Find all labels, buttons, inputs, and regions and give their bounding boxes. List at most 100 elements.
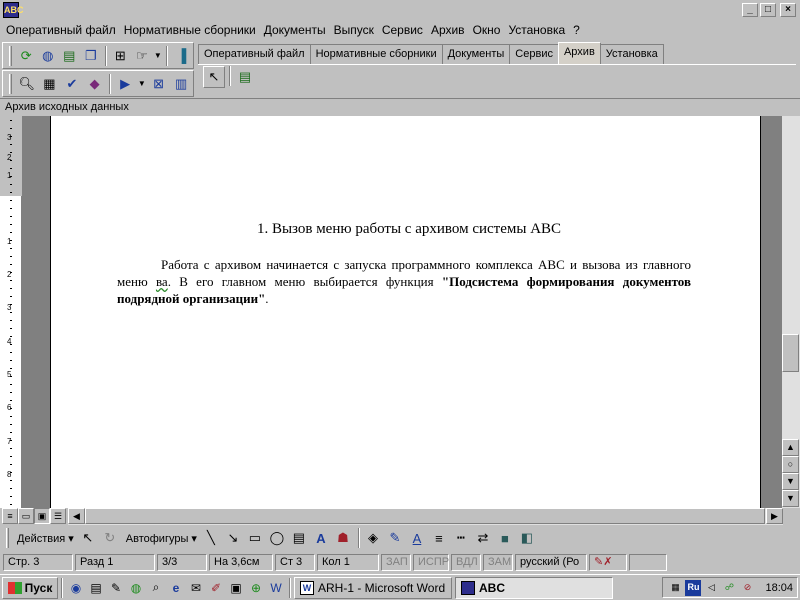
menu-settings[interactable]: Установка (504, 23, 569, 37)
line-icon[interactable]: ╲ (201, 528, 221, 548)
scrollbar-thumb[interactable] (85, 508, 765, 524)
menu-help[interactable]: ? (569, 23, 584, 37)
quicklaunch-globe-icon[interactable]: ◍ (126, 578, 146, 598)
quicklaunch-paint-icon[interactable]: ✐ (206, 578, 226, 598)
clipart-icon[interactable]: ☗ (333, 528, 353, 548)
grid-icon[interactable]: ▦ (39, 73, 61, 95)
toolbar-grip[interactable] (9, 73, 12, 94)
status-language[interactable]: русский (Ро (515, 553, 587, 571)
quicklaunch-desktop-icon[interactable]: ▤ (86, 578, 106, 598)
quicklaunch-app-icon[interactable]: ▣ (226, 578, 246, 598)
fill-color-icon[interactable]: ◈ (363, 528, 383, 548)
abc-app-icon[interactable]: ABC (3, 2, 24, 18)
language-indicator[interactable]: Ru (685, 579, 702, 596)
tray-app-icon[interactable]: ▦ (667, 580, 683, 596)
toolbar-grip[interactable] (9, 45, 12, 66)
start-button[interactable]: Пуск (2, 576, 58, 599)
outline-view-icon[interactable]: ☰ (50, 508, 66, 524)
preview-icon[interactable]: 🔍︎ (16, 73, 38, 95)
free-rotate-icon[interactable]: ↻ (100, 528, 120, 548)
normal-view-icon[interactable]: ≡ (2, 508, 18, 524)
chevron-down-icon[interactable]: ▼ (153, 45, 162, 67)
menu-normative-collections[interactable]: Нормативные сборники (120, 23, 260, 37)
toolbar-grip[interactable] (6, 528, 9, 548)
tab-operative-file[interactable]: Оперативный файл (198, 44, 311, 64)
double-arrow-down-icon[interactable]: ▼ (782, 490, 799, 507)
arrow-style-icon[interactable]: ⇄ (473, 528, 493, 548)
tray-network-icon[interactable]: ☍ (721, 580, 737, 596)
menu-service[interactable]: Сервис (378, 23, 427, 37)
quicklaunch-outlook-icon[interactable]: ✉ (186, 578, 206, 598)
tray-volume-icon[interactable]: ◁ (703, 580, 719, 596)
tab-documents[interactable]: Документы (441, 44, 511, 64)
play-icon[interactable]: ▶ (114, 73, 136, 95)
quicklaunch-search-icon[interactable]: ⌕ (146, 578, 166, 598)
copy-icon[interactable]: ❐ (81, 45, 102, 67)
oval-icon[interactable]: ◯ (267, 528, 287, 548)
spelling-status-icon[interactable]: ✎✗ (589, 553, 627, 571)
checkmark-icon[interactable]: ✔ (61, 73, 83, 95)
quicklaunch-explorer-icon[interactable]: ◉ (66, 578, 86, 598)
maximize-button[interactable]: □ (760, 3, 776, 17)
scrollbar-thumb[interactable] (782, 334, 799, 372)
menu-window[interactable]: Окно (469, 23, 505, 37)
x-box-icon[interactable]: ⊠ (148, 73, 170, 95)
status-extend[interactable]: ВДЛ (451, 553, 481, 571)
menu-operative-file[interactable]: Оперативный файл (2, 23, 120, 37)
database-icon[interactable]: ▤ (234, 66, 256, 88)
refresh-icon[interactable]: ⟳ (16, 45, 37, 67)
tray-antivirus-icon[interactable]: ⊘ (739, 580, 755, 596)
quicklaunch-edit-icon[interactable]: ✎ (106, 578, 126, 598)
task-button-abc[interactable]: ABC (455, 576, 613, 599)
line-style-icon[interactable]: ≡ (429, 528, 449, 548)
autoshapes-menu[interactable]: Автофигуры ▾ (122, 532, 201, 545)
actions-menu[interactable]: Действия ▾ (13, 532, 78, 545)
tab-settings[interactable]: Установка (599, 44, 664, 64)
3d-icon[interactable]: ◧ (517, 528, 537, 548)
text-box-icon[interactable]: ▤ (289, 528, 309, 548)
door-exit-icon[interactable]: ▐ (171, 45, 192, 67)
scroll-right-icon[interactable]: ▶ (766, 508, 783, 524)
select-browse-object-icon[interactable]: ○ (782, 456, 799, 473)
line-color-icon[interactable]: ✎ (385, 528, 405, 548)
task-button-word[interactable]: W ARH-1 - Microsoft Word (294, 576, 452, 599)
scroll-down-icon[interactable]: ▼ (782, 473, 799, 490)
font-color-icon[interactable]: A (407, 528, 427, 548)
scroll-up-icon[interactable]: ▲ (782, 439, 799, 456)
clock[interactable]: 18:04 (765, 582, 793, 594)
quicklaunch-network-icon[interactable]: ⊕ (246, 578, 266, 598)
menu-documents[interactable]: Документы (260, 23, 330, 37)
tab-service[interactable]: Сервис (509, 44, 559, 64)
pointer-icon[interactable]: ↖ (203, 66, 225, 88)
scroll-left-icon[interactable]: ◀ (68, 508, 85, 524)
status-track-changes[interactable]: ИСПР (413, 553, 449, 571)
book-icon[interactable]: ◆ (84, 73, 106, 95)
globe-icon[interactable]: ◍ (37, 45, 58, 67)
close-button[interactable]: × (780, 3, 796, 17)
page-layout-view-icon[interactable]: ▣ (34, 508, 50, 524)
status-record[interactable]: ЗАП (381, 553, 411, 571)
database-icon[interactable]: ▤ (59, 45, 80, 67)
tab-archive[interactable]: Архив (557, 42, 601, 64)
rectangle-icon[interactable]: ▭ (245, 528, 265, 548)
pointer-icon[interactable]: ↖ (78, 528, 98, 548)
wordart-icon[interactable]: A (311, 528, 331, 548)
quicklaunch-word-icon[interactable]: W (266, 578, 286, 598)
dash-style-icon[interactable]: ┅ (451, 528, 471, 548)
document-page[interactable]: 1. Вызов меню работы с архивом системы A… (50, 116, 761, 508)
status-overtype[interactable]: ЗАМ (483, 553, 513, 571)
minimize-button[interactable]: _ (742, 3, 758, 17)
tab-normative-collections[interactable]: Нормативные сборники (309, 44, 443, 64)
online-view-icon[interactable]: ▭ (18, 508, 34, 524)
hand-icon[interactable]: ☞ (132, 45, 153, 67)
arrow-icon[interactable]: ↘ (223, 528, 243, 548)
menu-archive[interactable]: Архив (427, 23, 469, 37)
menu-output[interactable]: Выпуск (330, 23, 378, 37)
vertical-scrollbar[interactable]: ▲ ○ ▼ ▼ (782, 116, 800, 508)
tree-icon[interactable]: ⊞ (110, 45, 131, 67)
quicklaunch-ie-icon[interactable]: e (166, 578, 186, 598)
chart-icon[interactable]: ▥ (170, 73, 192, 95)
horizontal-scrollbar[interactable]: ◀ ▶ (68, 508, 783, 525)
chevron-down-icon[interactable]: ▼ (137, 73, 147, 95)
shadow-icon[interactable]: ■ (495, 528, 515, 548)
